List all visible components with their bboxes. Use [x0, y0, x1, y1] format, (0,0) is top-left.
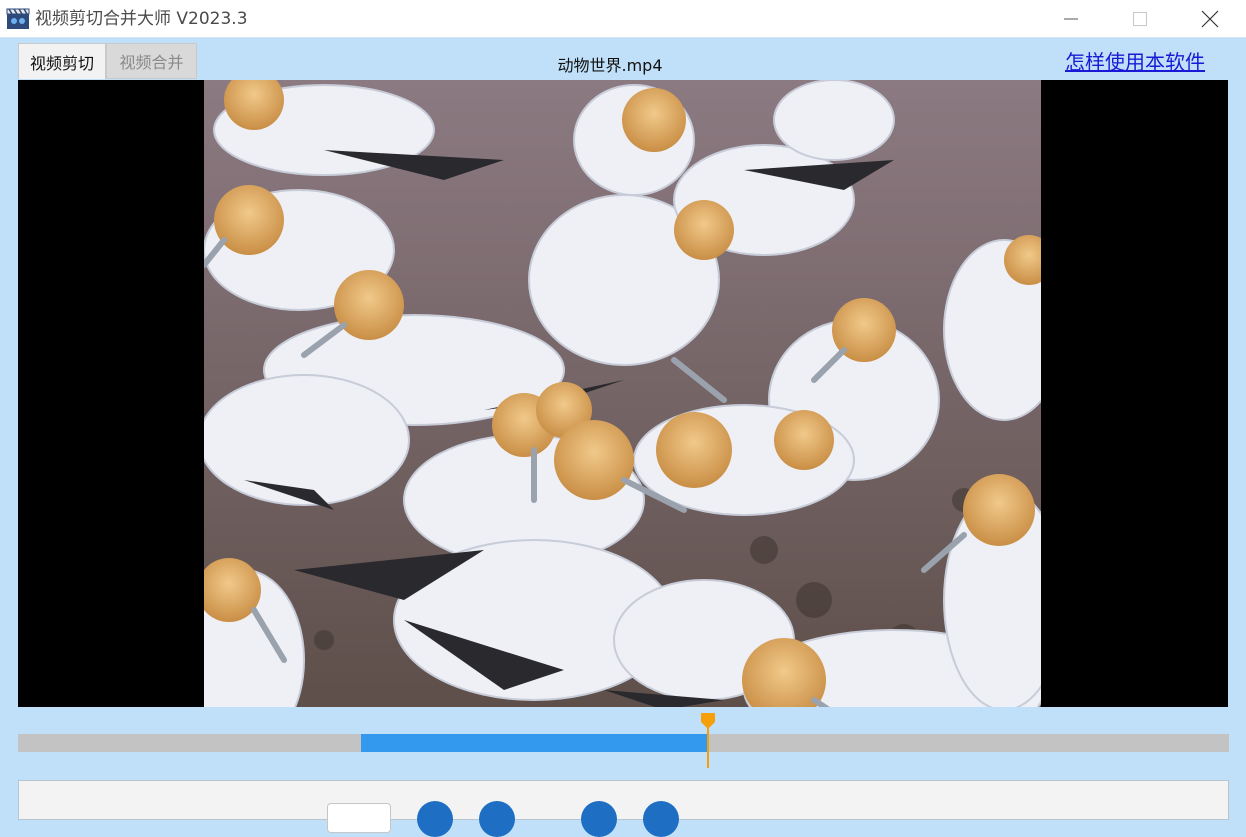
control-button[interactable]	[479, 801, 515, 837]
close-button[interactable]	[1174, 0, 1246, 38]
timeline-selection[interactable]	[360, 734, 709, 752]
control-panel	[18, 780, 1229, 837]
maximize-button[interactable]	[1104, 0, 1176, 38]
film-clapper-icon	[6, 8, 30, 29]
file-name-label: 动物世界.mp4	[557, 56, 663, 75]
time-input[interactable]	[327, 803, 391, 833]
control-button[interactable]	[643, 801, 679, 837]
title-bar: 视频剪切合并大师 V2023.3	[0, 0, 1246, 38]
help-link[interactable]: 怎样使用本软件	[1040, 46, 1230, 75]
playhead-marker[interactable]	[700, 712, 716, 768]
minimize-icon	[1064, 18, 1078, 20]
tab-video-cut[interactable]: 视频剪切	[18, 43, 106, 79]
timeline-track[interactable]	[18, 734, 1229, 752]
video-frame	[204, 80, 1041, 707]
control-button[interactable]	[417, 801, 453, 837]
close-icon	[1201, 10, 1219, 28]
window-title: 视频剪切合并大师 V2023.3	[35, 9, 248, 29]
minimize-button[interactable]	[1035, 0, 1107, 38]
maximize-icon	[1133, 12, 1147, 26]
control-button[interactable]	[581, 801, 617, 837]
tab-video-merge[interactable]: 视频合并	[106, 43, 197, 79]
video-player[interactable]	[18, 80, 1228, 707]
